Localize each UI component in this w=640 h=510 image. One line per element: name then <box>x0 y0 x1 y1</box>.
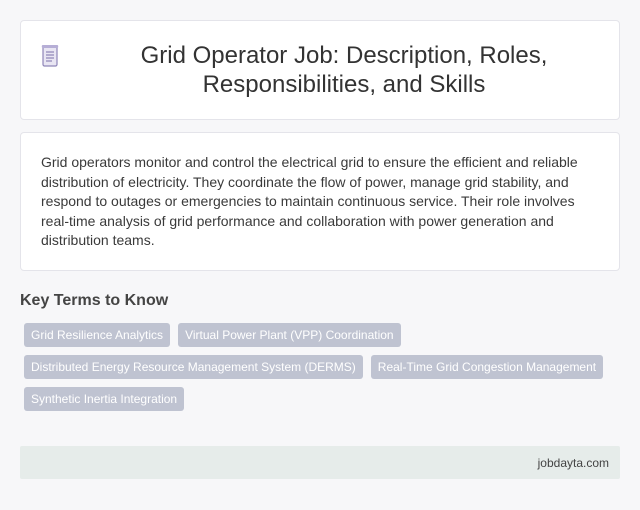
page-title: Grid Operator Job: Description, Roles, R… <box>140 42 548 98</box>
document-icon <box>41 45 59 67</box>
key-term-chip[interactable]: Synthetic Inertia Integration <box>24 387 185 411</box>
key-terms-list: Grid Resilience Analytics Virtual Power … <box>20 323 620 419</box>
key-term-chip[interactable]: Distributed Energy Resource Management S… <box>24 355 363 379</box>
title-row: Grid Operator Job: Description, Roles, R… <box>41 41 599 99</box>
footer-bar: jobdayta.com <box>20 446 620 479</box>
key-term-chip[interactable]: Grid Resilience Analytics <box>24 323 171 347</box>
title-card: Grid Operator Job: Description, Roles, R… <box>20 20 620 120</box>
page: Grid Operator Job: Description, Roles, R… <box>0 0 640 510</box>
footer-site-link[interactable]: jobdayta.com <box>538 456 609 470</box>
key-term-chip[interactable]: Virtual Power Plant (VPP) Coordination <box>178 323 401 347</box>
key-terms-heading: Key Terms to Know <box>20 292 169 309</box>
description-text: Grid operators monitor and control the e… <box>41 154 578 249</box>
description-card: Grid operators monitor and control the e… <box>20 132 620 271</box>
key-term-chip[interactable]: Real-Time Grid Congestion Management <box>370 355 604 379</box>
